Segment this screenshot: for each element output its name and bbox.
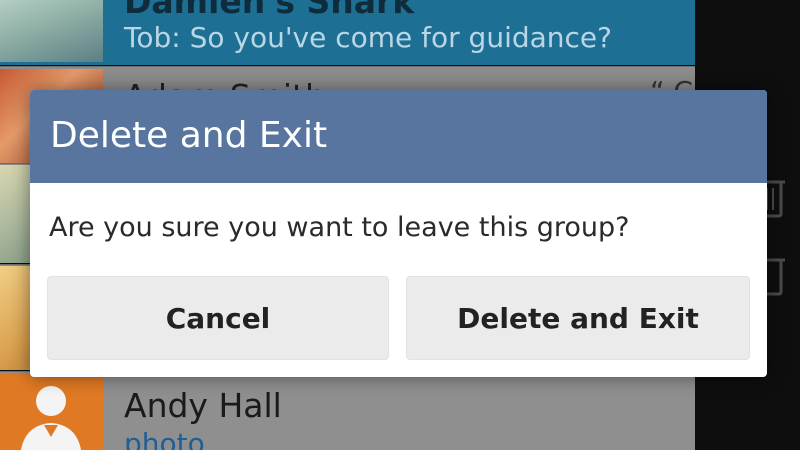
person-icon bbox=[20, 386, 82, 450]
chat-row-andy-hall[interactable]: Andy Hall photo bbox=[0, 371, 695, 450]
chat-preview: photo bbox=[124, 427, 205, 450]
dialog-header: Delete and Exit bbox=[30, 90, 767, 183]
avatar bbox=[0, 0, 103, 62]
avatar bbox=[0, 373, 103, 450]
chat-name: Damien's Shark bbox=[124, 0, 415, 21]
delete-and-exit-dialog: Delete and Exit Are you sure you want to… bbox=[30, 90, 767, 377]
chat-row-damiens-shark[interactable]: Damien's Shark Tob: So you've come for g… bbox=[0, 0, 695, 65]
cancel-button[interactable]: Cancel bbox=[47, 276, 389, 360]
chat-preview: Tob: So you've come for guidance? bbox=[124, 21, 613, 54]
dialog-title: Delete and Exit bbox=[50, 115, 328, 156]
dialog-message: Are you sure you want to leave this grou… bbox=[49, 212, 630, 243]
chat-name: Andy Hall bbox=[124, 386, 282, 425]
screen: Damien's Shark Tob: So you've come for g… bbox=[0, 0, 800, 450]
delete-and-exit-button[interactable]: Delete and Exit bbox=[406, 276, 750, 360]
